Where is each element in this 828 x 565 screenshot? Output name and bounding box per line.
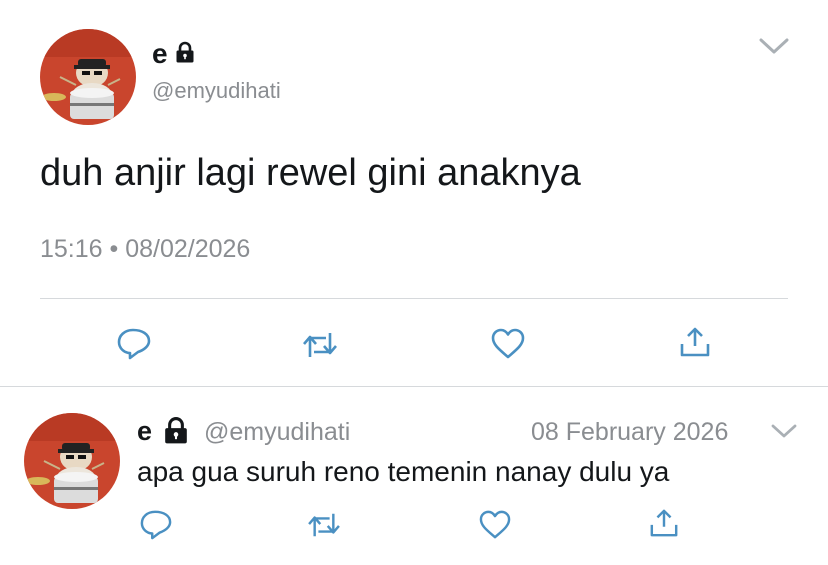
reply-icon[interactable] (116, 327, 152, 361)
lock-icon (174, 41, 196, 63)
tweet-separator (0, 386, 828, 387)
timestamp[interactable]: 15:16 • 08/02/2026 (40, 234, 250, 264)
retweet-icon[interactable] (306, 511, 342, 539)
chevron-down-icon[interactable] (770, 422, 798, 440)
avatar[interactable] (40, 29, 136, 125)
share-icon[interactable] (649, 508, 679, 538)
reply-icon[interactable] (139, 509, 173, 541)
tweet-text: duh anjir lagi rewel gini anaknya (40, 152, 581, 194)
lock-icon (162, 416, 190, 444)
retweet-icon[interactable] (301, 330, 339, 360)
display-name[interactable]: e (152, 38, 168, 70)
divider (40, 298, 788, 299)
like-icon[interactable] (478, 510, 512, 540)
handle[interactable]: @emyudihati (204, 417, 350, 447)
display-name[interactable]: e (137, 416, 152, 446)
avatar[interactable] (24, 413, 120, 509)
handle[interactable]: @emyudihati (152, 78, 281, 104)
tweet-date[interactable]: 08 February 2026 (531, 417, 728, 447)
tweet-text: apa gua suruh reno temenin nanay dulu ya (137, 456, 670, 487)
share-icon[interactable] (679, 326, 711, 358)
chevron-down-icon[interactable] (758, 36, 790, 56)
like-icon[interactable] (490, 328, 526, 360)
